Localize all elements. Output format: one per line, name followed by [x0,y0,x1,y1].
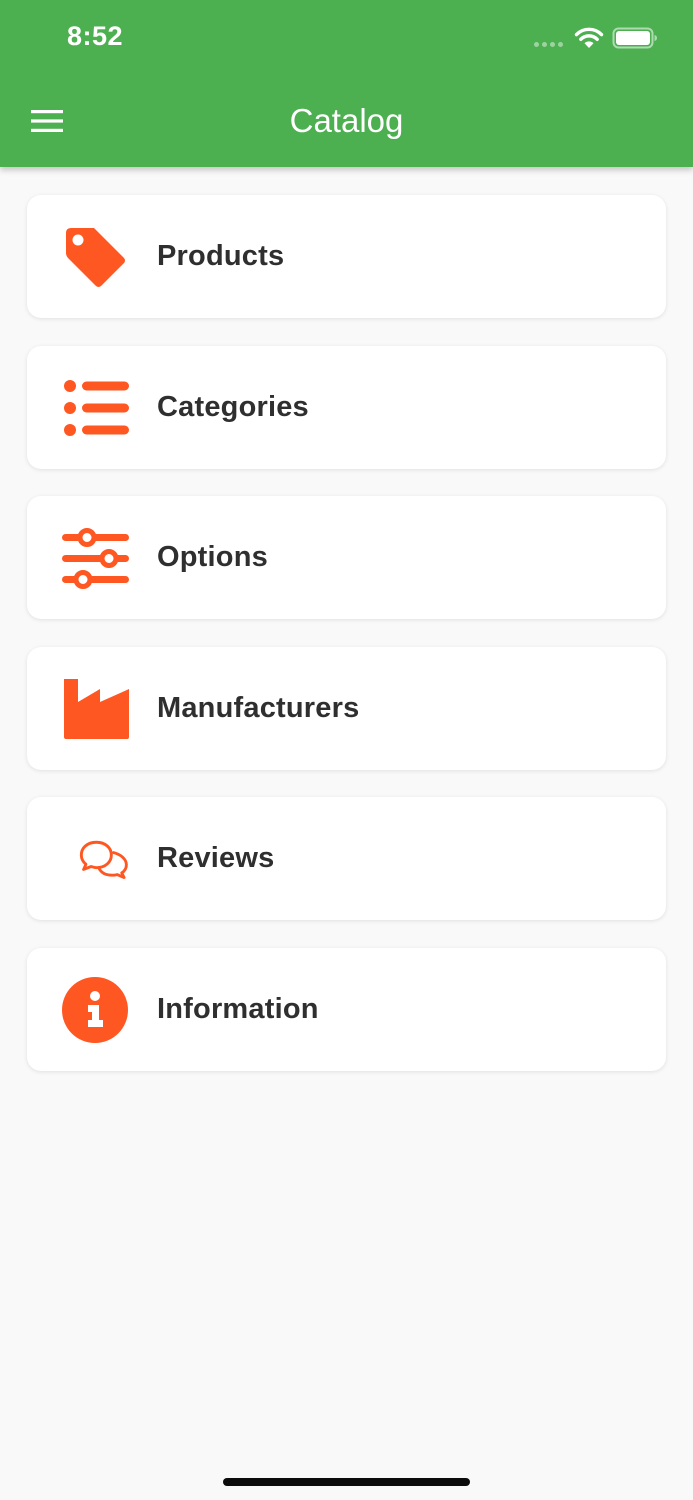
battery-icon [612,27,657,49]
home-indicator[interactable] [223,1478,470,1486]
info-circle-icon [61,976,131,1044]
menu-item-label: Information [157,992,319,1025]
menu-item-information[interactable]: Information [27,947,666,1071]
page-title: Catalog [289,102,404,139]
menu-item-categories[interactable]: Categories [27,345,666,469]
sliders-icon [61,524,131,592]
status-time: 8:52 [67,21,124,51]
menu-item-reviews[interactable]: Reviews [27,797,666,921]
catalog-menu-list: Products Categories Options Manufacturer… [27,195,666,1099]
menu-item-label: Manufacturers [157,691,360,724]
cellular-signal-icon [534,42,563,47]
factory-icon [61,675,131,743]
menu-item-label: Options [157,541,268,574]
list-icon [61,374,131,442]
menu-item-manufacturers[interactable]: Manufacturers [27,646,666,770]
chat-bubbles-icon [61,825,131,893]
menu-item-label: Products [157,240,285,272]
menu-item-label: Reviews [157,842,275,875]
app-bar: 8:52 Catalog [0,0,693,167]
wifi-icon [574,27,604,48]
menu-item-options[interactable]: Options [27,496,666,620]
menu-item-label: Categories [157,390,309,423]
menu-item-products[interactable]: Products [27,195,666,318]
tag-icon [61,223,131,291]
